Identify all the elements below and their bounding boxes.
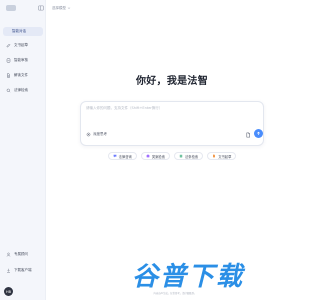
- sidebar-item-legal-search[interactable]: 法律检索: [3, 86, 43, 95]
- sidebar-item-file-read[interactable]: 解读文件: [3, 71, 43, 80]
- sidebar-item-label: 法律检索: [14, 88, 28, 92]
- sidebar-item-advisor[interactable]: 专属顾问: [3, 250, 43, 259]
- law-icon: [179, 154, 183, 158]
- chip-doc-draft[interactable]: 文书起草: [207, 152, 237, 160]
- chip-label: 法条检索: [185, 154, 199, 159]
- download-icon: [6, 268, 11, 274]
- chip-label: 类案检索: [151, 154, 165, 159]
- deep-think-label: 深度思考: [93, 132, 107, 136]
- arrow-up-icon: [257, 131, 260, 135]
- advisor-icon: [6, 252, 11, 258]
- chat-icon: [113, 154, 117, 158]
- avatar[interactable]: HB: [4, 287, 13, 296]
- sidebar-toggle-button[interactable]: [38, 4, 44, 11]
- new-chat-button[interactable]: 智能对话: [3, 27, 43, 36]
- footer-disclaimer: 内容由AI生成，仅供参考，请仔细甄别。: [153, 292, 197, 295]
- sidebar-item-label: 文书起草: [14, 43, 28, 47]
- watermark-logo: 谷普下载: [132, 262, 246, 292]
- chevron-down-icon: [67, 7, 71, 9]
- file-read-icon: [6, 73, 11, 78]
- chat-input-card: 深度思考: [80, 101, 264, 146]
- svg-text:谷普下载: 谷普下载: [132, 262, 246, 292]
- chip-law-search[interactable]: 法条检索: [174, 152, 204, 160]
- case-icon: [146, 154, 150, 158]
- avatar-initials: HB: [5, 289, 12, 294]
- sidebar-item-download[interactable]: 下载客户端: [3, 266, 43, 275]
- new-chat-label: 智能对话: [12, 29, 26, 33]
- quick-action-chips: 法律咨询 类案检索 法条检索 文书起草: [80, 152, 264, 160]
- sidebar-toggle-icon: [38, 5, 44, 10]
- sidebar-item-label: 解读文件: [14, 73, 28, 77]
- send-button[interactable]: [254, 129, 263, 138]
- sidebar-item-review[interactable]: 智能审核: [3, 56, 43, 65]
- edit-icon: [6, 43, 11, 48]
- logo: [6, 5, 16, 11]
- model-select[interactable]: 选择模型: [52, 5, 71, 11]
- chip-case-search[interactable]: 类案检索: [140, 152, 170, 160]
- attachment-icon: [246, 132, 250, 137]
- chat-input[interactable]: [86, 106, 258, 120]
- page-title: 你好，我是法智: [135, 76, 209, 87]
- chip-label: 法律咨询: [118, 154, 132, 159]
- search-icon: [6, 88, 11, 93]
- attach-file-button[interactable]: [244, 131, 251, 138]
- chip-legal-consult[interactable]: 法律咨询: [107, 152, 137, 160]
- sidebar-item-label: 专属顾问: [14, 252, 28, 256]
- sidebar-item-label: 智能审核: [14, 58, 28, 62]
- sidebar-item-drafting[interactable]: 文书起草: [3, 41, 43, 50]
- model-select-label: 选择模型: [52, 5, 66, 10]
- audit-icon: [6, 58, 11, 63]
- deep-think-icon: [86, 132, 91, 137]
- chip-label: 文书起草: [218, 154, 232, 159]
- doc-icon: [213, 154, 216, 158]
- sidebar-item-label: 下载客户端: [14, 268, 32, 272]
- deep-think-toggle[interactable]: 深度思考: [86, 131, 107, 138]
- sidebar: 智能对话 文书起草 智能审核 解读文件 法律检索 专属顾问 下载客户端 HB: [0, 0, 46, 300]
